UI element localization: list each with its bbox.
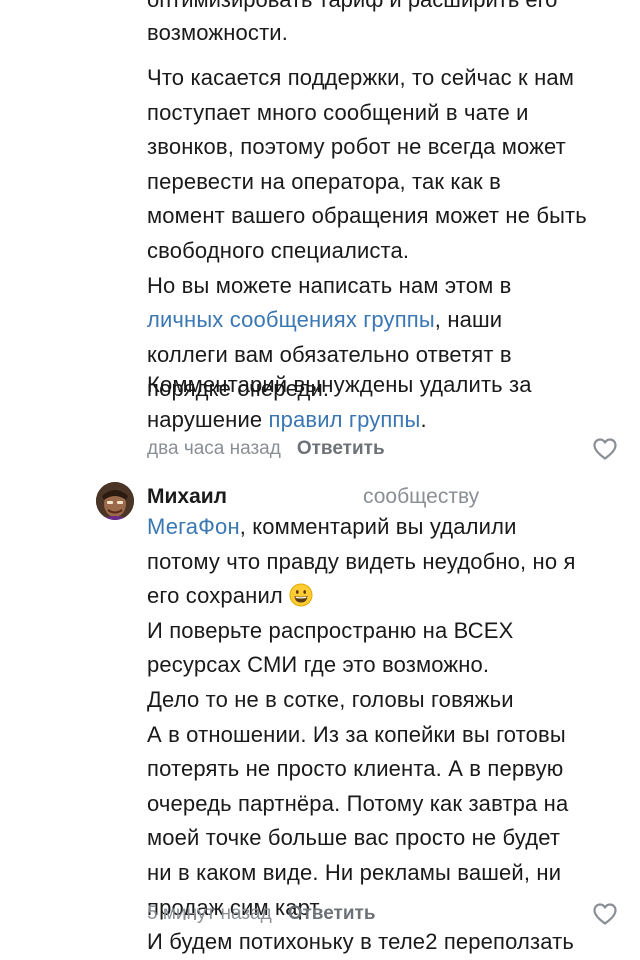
comment-text-line: МегаФон, комментарий вы удалили (147, 510, 576, 545)
comment-text-fragment: нарушение (147, 406, 269, 432)
comment-text-line: Дело то не в сотке, головы говяжьи (147, 686, 514, 712)
comment-text-fragment: , наши (434, 307, 503, 333)
comment-text-line: И поверьте распространю на ВСЕХ (147, 617, 514, 643)
user-avatar-image (96, 482, 134, 520)
comment-text-line: перевести на оператора, так как в (147, 168, 501, 194)
comment-text-line: Комментарий вынуждены удалить за (147, 372, 532, 397)
comment-meta: 5 минут назад Ответить (147, 902, 376, 926)
comment-text-fragment: , комментарий вы удалили (239, 514, 517, 539)
comment-text-line: И будем потихоньку в теле2 переползать (147, 929, 574, 955)
comment-timestamp: два часа назад (147, 438, 281, 459)
comment-text-line: момент вашего обращения может не быть (147, 203, 587, 229)
comment-meta: два часа назад Ответить (147, 437, 385, 461)
comment-text-clipped-line: оптимизировать тариф и расширить его (147, 0, 557, 16)
comment-text-line: Но вы можете написать нам этом в (147, 272, 512, 298)
reply-button[interactable]: Ответить (297, 438, 385, 459)
author-name[interactable]: Михаил (147, 485, 227, 508)
heart-icon[interactable] (592, 437, 618, 461)
user-avatar[interactable] (96, 482, 134, 520)
redacted-area (227, 487, 363, 507)
comment-text-line: моей точке больше вас просто не будет (147, 825, 561, 851)
comment-text-line: свободного специалиста. (147, 237, 410, 263)
comment-author-line: Михаил сообществу (147, 482, 479, 512)
comment-text-line: потерять не просто клиента. А в первую (147, 756, 564, 782)
comment-text-paragraph: МегаФон, комментарий вы удалили потому ч… (147, 510, 576, 960)
reply-button[interactable]: Ответить (288, 903, 376, 924)
group-messages-link[interactable]: личных сообщениях группы (147, 307, 435, 332)
comment-text-line: очередь партнёра. Потому как завтра на (147, 790, 569, 816)
comment-timestamp: 5 минут назад (147, 903, 272, 924)
megafon-mention-link[interactable]: МегаФон (147, 514, 240, 539)
group-rules-link[interactable]: правил группы (269, 407, 421, 432)
comment-text-line: поступает много сообщений в чате и (147, 99, 529, 125)
comment-text-line: потому что правду видеть неудобно, но я (147, 548, 576, 574)
comment-text-line: личных сообщениях группы, наши (147, 303, 587, 338)
comment-text-line: ни в каком виде. Ни рекламы вашей, ни (147, 859, 562, 885)
comment-text-paragraph: Что касается поддержки, то сейчас к нам … (147, 61, 587, 407)
comment-text-line: возможности. (147, 20, 289, 45)
comment-text-line: звонков, поэтому робот не всегда может (147, 134, 566, 160)
comment-text-line: нарушение правил группы. (147, 403, 532, 438)
comment-text-line: А в отношении. Из за копейки вы готовы (147, 721, 566, 747)
heart-icon[interactable] (592, 902, 618, 926)
comment-text-line: его сохранил (147, 579, 576, 614)
comment-text-line: Что касается поддержки, то сейчас к нам (147, 65, 575, 90)
comment-text-line: ресурсах СМИ где это возможно. (147, 652, 490, 678)
comment-text-paragraph: возможности. (147, 16, 288, 51)
comment-text-fragment: . (420, 406, 427, 432)
comment-text-paragraph: Комментарий вынуждены удалить за нарушен… (147, 368, 532, 437)
grinning-face-icon (289, 583, 313, 607)
comment-text-fragment: его сохранил (147, 583, 283, 609)
reply-target-label: сообществу (363, 485, 480, 508)
